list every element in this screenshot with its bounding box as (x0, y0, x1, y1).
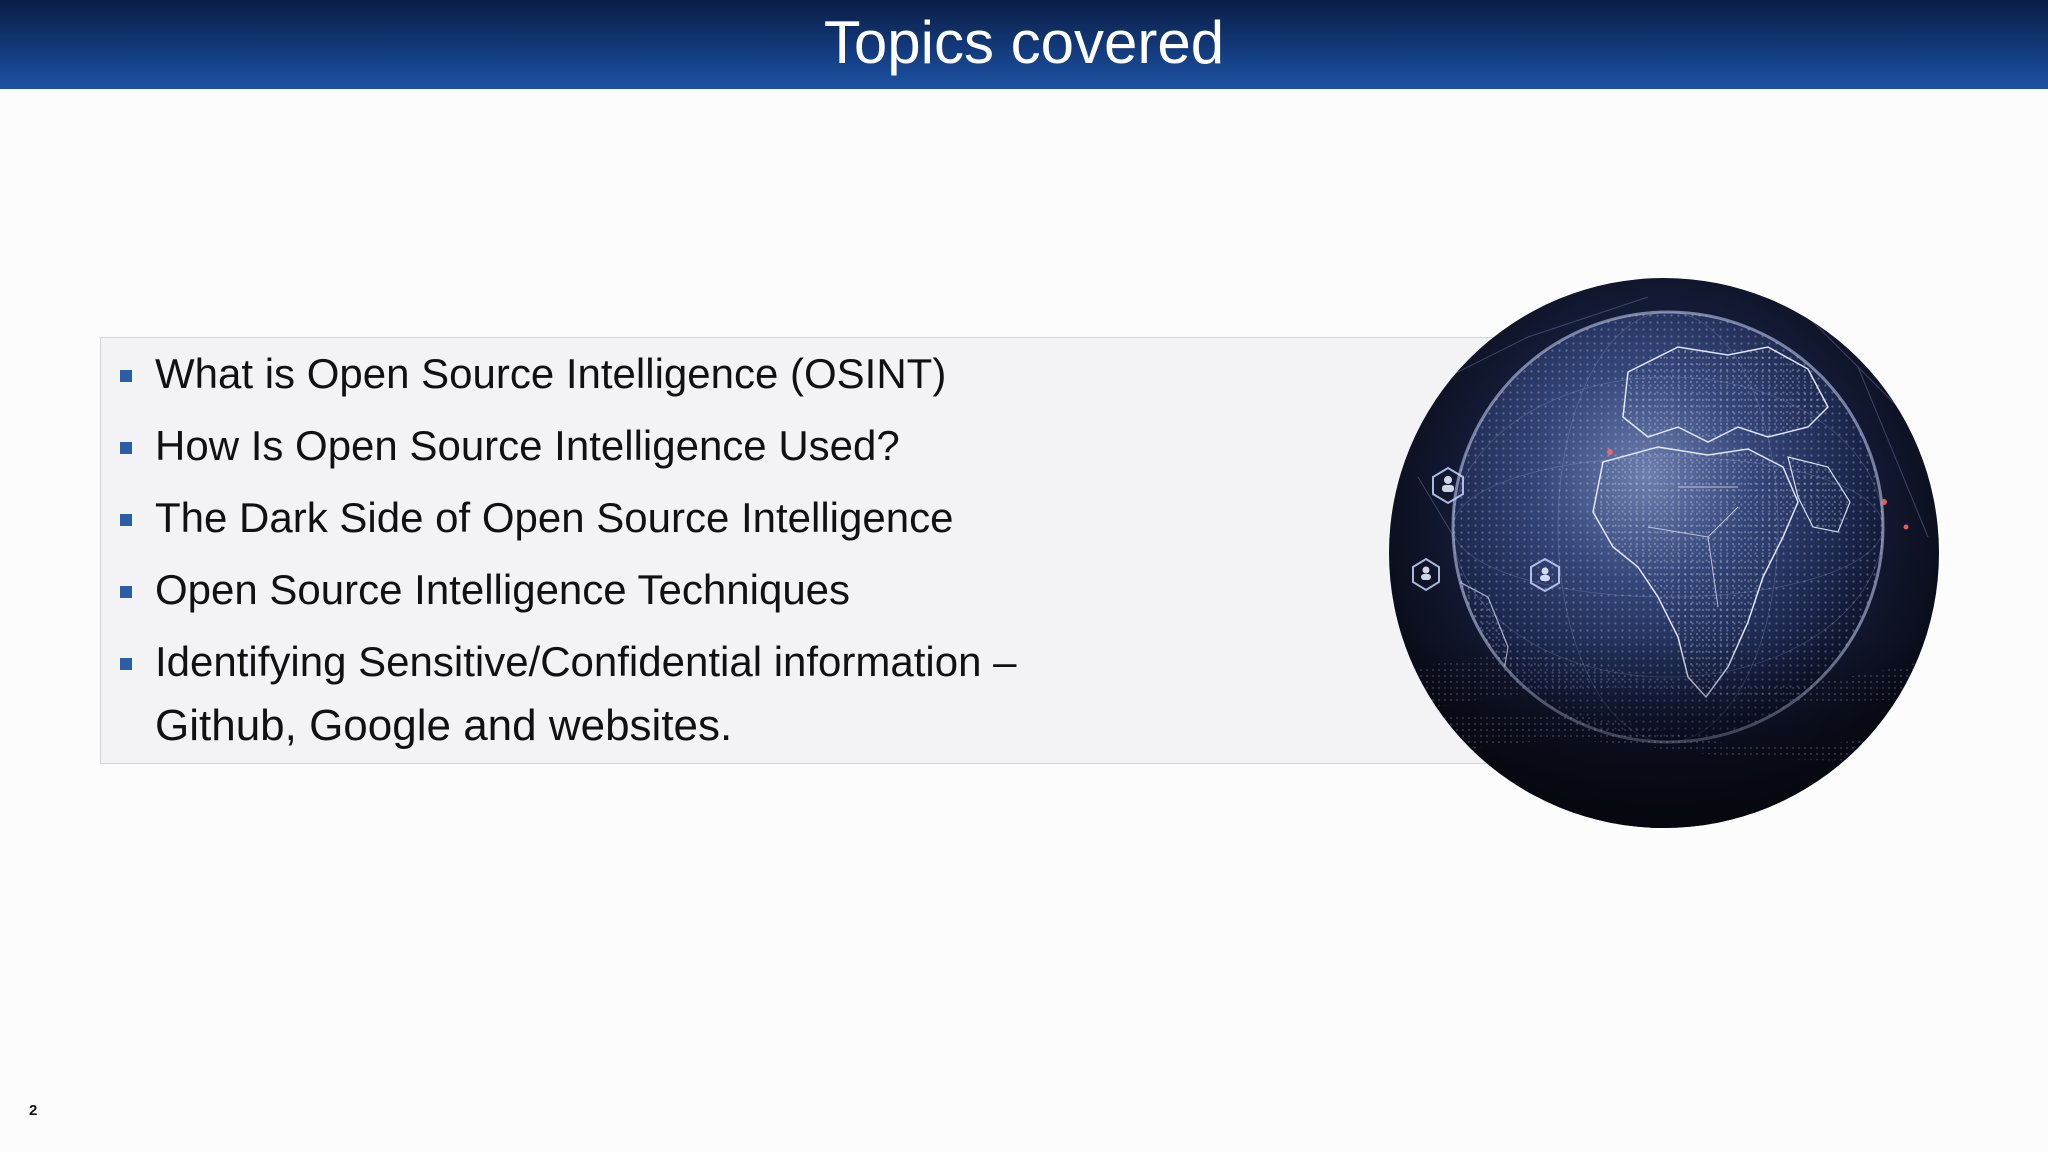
list-item: What is Open Source Intelligence (OSINT) (100, 342, 1100, 406)
square-bullet-icon (120, 370, 132, 382)
slide-title: Topics covered (823, 9, 1225, 76)
square-bullet-icon (120, 658, 132, 670)
topic-text: How Is Open Source Intelligence Used? (155, 422, 900, 469)
topic-text-continuation: Github, Google and websites. (155, 701, 733, 750)
page-number: 2 (29, 1102, 38, 1119)
square-bullet-icon (120, 442, 132, 454)
topics-list: What is Open Source Intelligence (OSINT)… (100, 337, 1100, 758)
list-item: Open Source Intelligence Techniques (100, 558, 1100, 622)
slide: Topics covered What is Open Source Intel… (0, 0, 2048, 1152)
square-bullet-icon (120, 514, 132, 526)
list-item: The Dark Side of Open Source Intelligenc… (100, 486, 1100, 550)
topic-text: What is Open Source Intelligence (OSINT) (155, 350, 947, 397)
globe-icon (1389, 278, 1939, 828)
list-item: Identifying Sensitive/Confidential infor… (100, 630, 1100, 758)
list-item: How Is Open Source Intelligence Used? (100, 414, 1100, 478)
topic-text: Identifying Sensitive/Confidential infor… (155, 638, 1017, 685)
square-bullet-icon (120, 586, 132, 598)
globe-network-image (1388, 277, 1940, 829)
topic-text: The Dark Side of Open Source Intelligenc… (155, 494, 954, 541)
topic-text: Open Source Intelligence Techniques (155, 566, 851, 613)
